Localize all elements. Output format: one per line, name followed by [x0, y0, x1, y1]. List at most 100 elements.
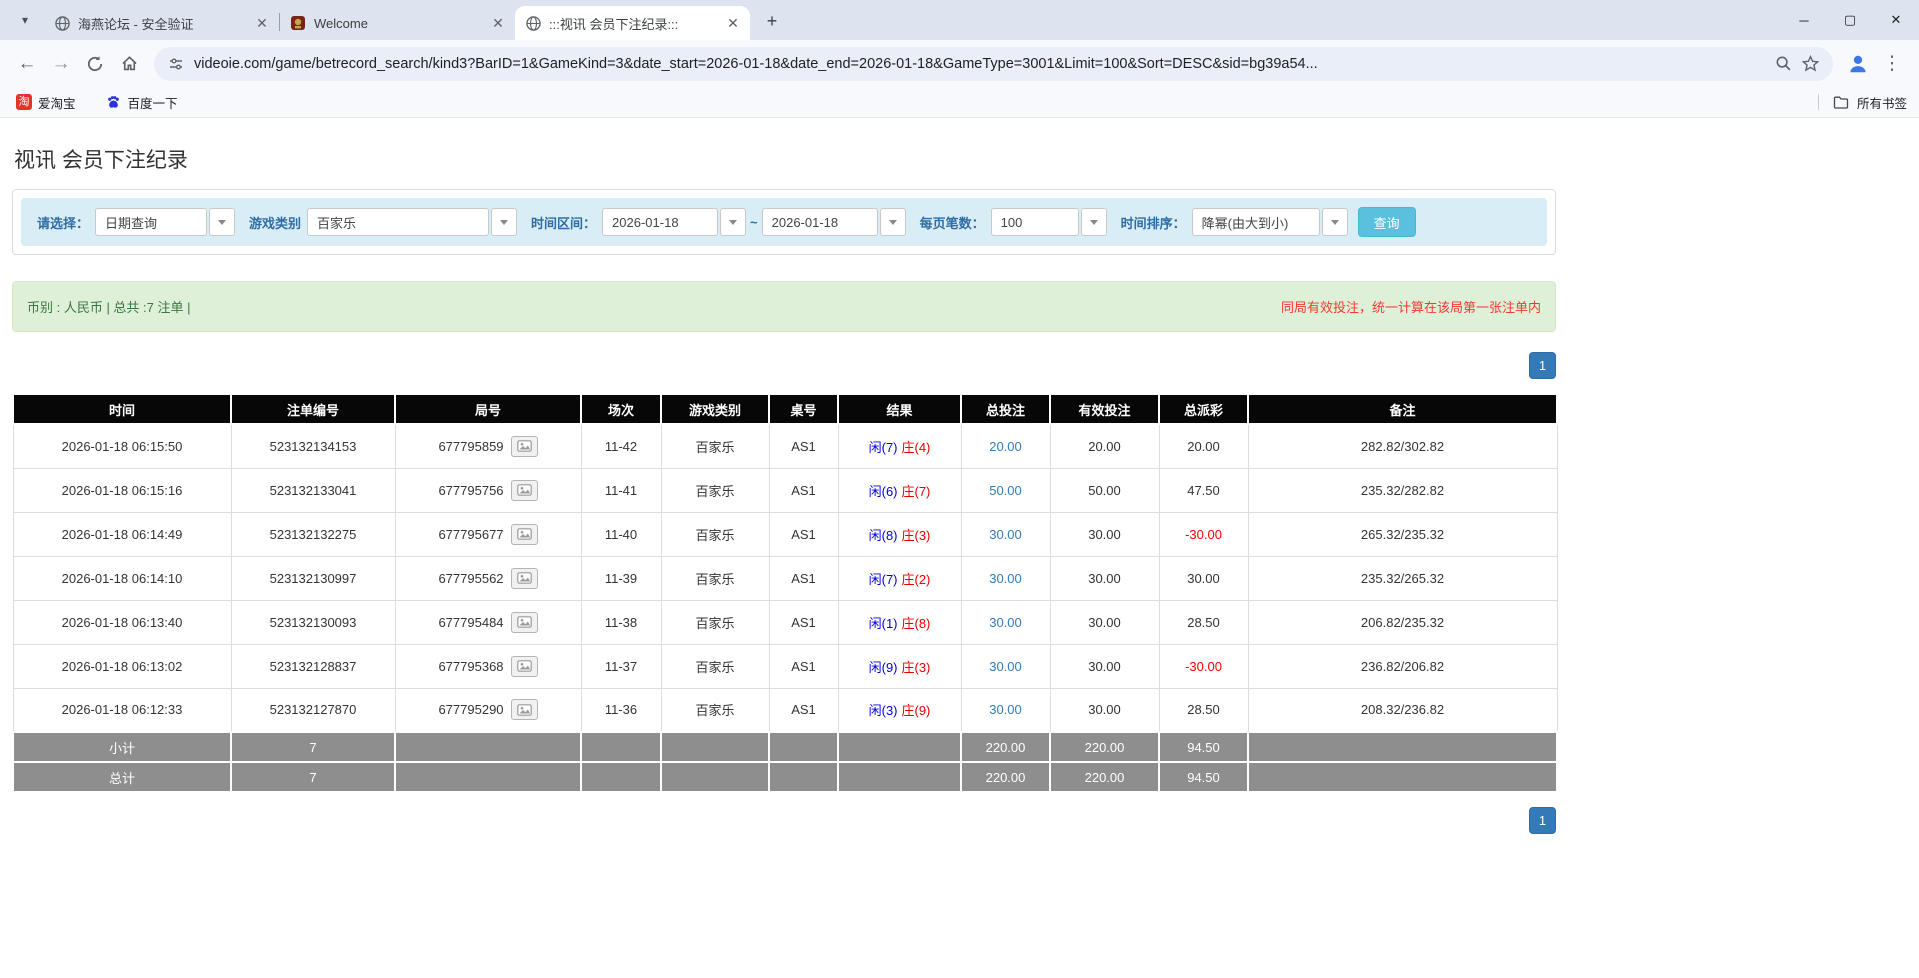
time-sort-combobox[interactable]: 降幂(由大到小) — [1192, 208, 1348, 236]
cell-payout: -30.00 — [1159, 644, 1248, 688]
col-time: 时间 — [13, 394, 231, 424]
valid-bet-warning-text: 同局有效投注，统一计算在该局第一张注单内 — [1281, 297, 1541, 316]
round-replay-button[interactable] — [511, 568, 538, 589]
bookmark-aitaobao[interactable]: 淘 爱淘宝 — [12, 90, 80, 114]
round-replay-button[interactable] — [511, 612, 538, 633]
cell-round-id: 677795290 — [395, 688, 581, 732]
date-start-value[interactable]: 2026-01-18 — [602, 208, 718, 236]
total-bet-link[interactable]: 50.00 — [989, 483, 1022, 498]
total-bet-link[interactable]: 30.00 — [989, 659, 1022, 674]
cell-total-bet: 50.00 — [961, 468, 1050, 512]
cell-valid-bet: 30.00 — [1050, 600, 1159, 644]
zoom-icon[interactable] — [1775, 55, 1792, 72]
tab-welcome[interactable]: Welcome ✕ — [280, 6, 515, 40]
time-sort-value[interactable]: 降幂(由大到小) — [1192, 208, 1320, 236]
new-tab-button[interactable]: + — [758, 7, 786, 35]
date-end-value[interactable]: 2026-01-18 — [762, 208, 878, 236]
round-replay-button[interactable] — [511, 656, 538, 677]
cell-time: 2026-01-18 06:14:49 — [13, 512, 231, 556]
tab-close-icon[interactable]: ✕ — [724, 14, 742, 32]
date-start-combobox[interactable]: 2026-01-18 — [602, 208, 746, 236]
col-valid-bet: 有效投注 — [1050, 394, 1159, 424]
cell-round-id: 677795677 — [395, 512, 581, 556]
round-replay-button[interactable] — [511, 524, 538, 545]
query-mode-combobox[interactable]: 日期查询 — [95, 208, 235, 236]
cell-valid-bet: 20.00 — [1050, 424, 1159, 468]
all-bookmarks-button[interactable]: 所有书签 — [1857, 93, 1907, 112]
cell-round-id: 677795484 — [395, 600, 581, 644]
chevron-down-icon[interactable] — [1081, 208, 1107, 236]
date-range-label: 时间区间： — [531, 213, 596, 232]
chevron-down-icon[interactable] — [880, 208, 906, 236]
cell-note: 206.82/235.32 — [1248, 600, 1557, 644]
reload-icon[interactable] — [78, 47, 112, 81]
round-replay-button[interactable] — [511, 480, 538, 501]
bookmark-label: 爱淘宝 — [38, 93, 76, 112]
cell-total-bet: 30.00 — [961, 556, 1050, 600]
total-bet-link[interactable]: 30.00 — [989, 615, 1022, 630]
tab-strip: ▾ 海燕论坛 - 安全验证 ✕ Welcome ✕ :::视讯 会员下注纪录::… — [0, 0, 1919, 40]
total-bet-link[interactable]: 30.00 — [989, 527, 1022, 542]
chevron-down-icon[interactable] — [491, 208, 517, 236]
page-size-value[interactable]: 100 — [991, 208, 1079, 236]
chevron-down-icon[interactable] — [1322, 208, 1348, 236]
address-bar[interactable]: videoie.com/game/betrecord_search/kind3?… — [154, 47, 1833, 81]
total-bet-link[interactable]: 20.00 — [989, 439, 1022, 454]
table-row: 2026-01-18 06:14:10 523132130997 6777955… — [13, 556, 1557, 600]
cell-result: 闲(6)庄(7) — [838, 468, 961, 512]
back-icon[interactable]: ← — [10, 47, 44, 81]
cell-round-id: 677795756 — [395, 468, 581, 512]
total-bet-link[interactable]: 30.00 — [989, 571, 1022, 586]
minimize-icon[interactable]: ─ — [1781, 0, 1827, 40]
round-replay-button[interactable] — [511, 436, 538, 457]
home-icon[interactable] — [112, 47, 146, 81]
maximize-icon[interactable]: ▢ — [1827, 0, 1873, 40]
cell-note: 236.82/206.82 — [1248, 644, 1557, 688]
tab-search-chevron-icon[interactable]: ▾ — [10, 5, 40, 35]
cell-session: 11-37 — [581, 644, 661, 688]
tab-close-icon[interactable]: ✕ — [489, 14, 507, 32]
tab-haiyan-forum[interactable]: 海燕论坛 - 安全验证 ✕ — [44, 6, 279, 40]
cell-table-no: AS1 — [769, 468, 838, 512]
total-count: 7 — [231, 762, 395, 792]
select-mode-label: 请选择： — [37, 213, 89, 232]
page-size-combobox[interactable]: 100 — [991, 208, 1107, 236]
cell-game-type: 百家乐 — [661, 688, 769, 732]
cell-payout: 20.00 — [1159, 424, 1248, 468]
game-type-value[interactable]: 百家乐 — [307, 208, 489, 236]
bookmark-star-icon[interactable] — [1802, 55, 1819, 72]
subtotal-valid-bet: 220.00 — [1050, 732, 1159, 762]
tab-close-icon[interactable]: ✕ — [253, 14, 271, 32]
chevron-down-icon[interactable] — [209, 208, 235, 236]
close-icon[interactable]: ✕ — [1873, 0, 1919, 40]
cell-session: 11-41 — [581, 468, 661, 512]
page-title: 视讯 会员下注纪录 — [14, 144, 1556, 174]
baidu-paw-icon — [106, 94, 122, 110]
chrome-menu-icon[interactable]: ⋮ — [1875, 47, 1909, 81]
total-bet-link[interactable]: 30.00 — [989, 702, 1022, 717]
cell-valid-bet: 50.00 — [1050, 468, 1159, 512]
cell-time: 2026-01-18 06:15:50 — [13, 424, 231, 468]
cell-valid-bet: 30.00 — [1050, 688, 1159, 732]
subtotal-total-bet: 220.00 — [961, 732, 1050, 762]
profile-avatar-icon[interactable] — [1841, 47, 1875, 81]
forward-icon[interactable]: → — [44, 47, 78, 81]
tab-bet-records[interactable]: :::视讯 会员下注纪录::: ✕ — [515, 6, 750, 40]
query-mode-value[interactable]: 日期查询 — [95, 208, 207, 236]
subtotal-label: 小计 — [13, 732, 231, 762]
round-replay-button[interactable] — [511, 699, 538, 720]
page-1-button[interactable]: 1 — [1529, 807, 1556, 834]
page-1-button[interactable]: 1 — [1529, 352, 1556, 379]
bookmark-baidu[interactable]: 百度一下 — [102, 90, 182, 114]
pagination-bottom: 1 — [12, 807, 1556, 834]
cell-game-type: 百家乐 — [661, 512, 769, 556]
cell-total-bet: 30.00 — [961, 512, 1050, 556]
cell-valid-bet: 30.00 — [1050, 644, 1159, 688]
search-button[interactable]: 查询 — [1358, 207, 1416, 237]
date-end-combobox[interactable]: 2026-01-18 — [762, 208, 906, 236]
chevron-down-icon[interactable] — [720, 208, 746, 236]
game-type-combobox[interactable]: 百家乐 — [307, 208, 517, 236]
time-sort-label: 时间排序： — [1121, 213, 1186, 232]
col-total-bet: 总投注 — [961, 394, 1050, 424]
site-settings-icon[interactable] — [168, 56, 184, 72]
